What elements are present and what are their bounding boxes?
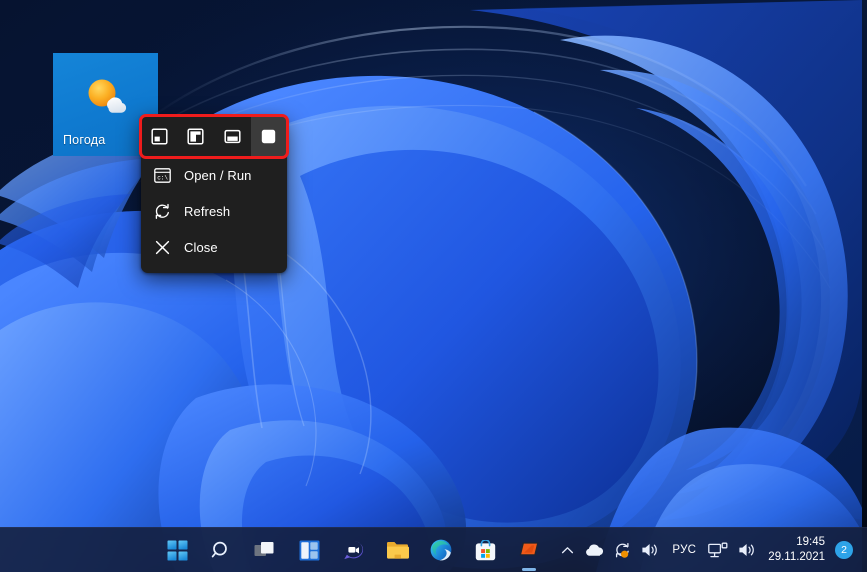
notification-badge[interactable]: 2 xyxy=(835,541,853,559)
size-medium-icon-button[interactable] xyxy=(178,116,215,157)
chat-teams-button[interactable] xyxy=(336,533,370,567)
svg-text:c:\: c:\ xyxy=(157,174,168,181)
folder-icon xyxy=(386,542,409,559)
language-indicator[interactable]: РУС xyxy=(665,532,703,568)
clock-date: 29.11.2021 xyxy=(768,551,825,563)
start-button[interactable] xyxy=(160,533,194,567)
windows-update-tray-button[interactable] xyxy=(609,532,636,568)
console-window-icon: c:\ xyxy=(152,165,172,185)
size-small-icon xyxy=(151,128,168,145)
size-large-icon-button[interactable] xyxy=(250,116,287,157)
task-view-icon xyxy=(254,542,274,556)
widget-size-selector[interactable] xyxy=(141,116,287,157)
size-large-icon xyxy=(262,129,276,144)
speaker-icon xyxy=(642,544,658,556)
desktop[interactable]: Погода c:\ Open / Run Refresh Close РУС … xyxy=(0,0,867,572)
menu-item-close[interactable]: Close xyxy=(141,229,287,265)
search-button[interactable] xyxy=(204,533,238,567)
menu-item-open-run[interactable]: c:\ Open / Run xyxy=(141,157,287,193)
volume-tray-button[interactable] xyxy=(636,532,665,568)
sound-tray-button[interactable] xyxy=(733,532,762,568)
chat-bubble-icon xyxy=(343,540,363,559)
desktop-icon-label: Погода xyxy=(63,133,106,147)
edge-icon xyxy=(430,539,452,561)
onedrive-tray-icon-button[interactable] xyxy=(579,532,609,568)
weather-sun-cloud-icon xyxy=(88,79,126,113)
show-hidden-icons-button[interactable] xyxy=(556,532,579,568)
clock-and-date[interactable]: 19:45 29.11.2021 xyxy=(762,530,833,570)
file-explorer-button[interactable] xyxy=(380,533,414,567)
task-view-button[interactable] xyxy=(248,533,282,567)
network-monitor-icon xyxy=(708,542,728,557)
clock-time: 19:45 xyxy=(796,536,825,548)
refresh-icon xyxy=(152,201,172,221)
store-bag-icon xyxy=(475,539,495,560)
network-tray-button[interactable] xyxy=(703,532,733,568)
windows-logo-icon xyxy=(167,540,187,560)
widgets-icon xyxy=(299,540,319,560)
app-button[interactable] xyxy=(512,533,546,567)
menu-item-refresh-label: Refresh xyxy=(184,203,231,219)
app-icon xyxy=(519,542,539,556)
close-x-icon xyxy=(152,237,172,257)
size-medium-icon xyxy=(187,128,204,145)
menu-item-refresh[interactable]: Refresh xyxy=(141,193,287,229)
microsoft-store-button[interactable] xyxy=(468,533,502,567)
menu-item-open-run-label: Open / Run xyxy=(184,167,252,183)
system-tray[interactable]: РУС 19:45 29.11.2021 2 xyxy=(556,528,861,572)
chevron-up-icon xyxy=(562,546,574,553)
update-sync-icon xyxy=(616,542,630,558)
language-label: РУС xyxy=(672,544,697,556)
search-icon xyxy=(211,541,227,557)
widgets-button[interactable] xyxy=(292,533,326,567)
notification-count: 2 xyxy=(841,544,847,556)
taskbar-center-group xyxy=(160,528,546,572)
size-small-icon-button[interactable] xyxy=(141,116,178,157)
speaker-icon xyxy=(739,544,755,556)
size-wide-icon xyxy=(224,129,241,144)
menu-item-close-label: Close xyxy=(184,239,218,255)
microsoft-edge-button[interactable] xyxy=(424,533,458,567)
size-wide-icon-button[interactable] xyxy=(214,116,251,157)
taskbar[interactable]: РУС 19:45 29.11.2021 2 xyxy=(0,527,867,572)
widget-context-menu[interactable]: c:\ Open / Run Refresh Close xyxy=(141,116,287,273)
onedrive-cloud-icon xyxy=(586,544,604,556)
